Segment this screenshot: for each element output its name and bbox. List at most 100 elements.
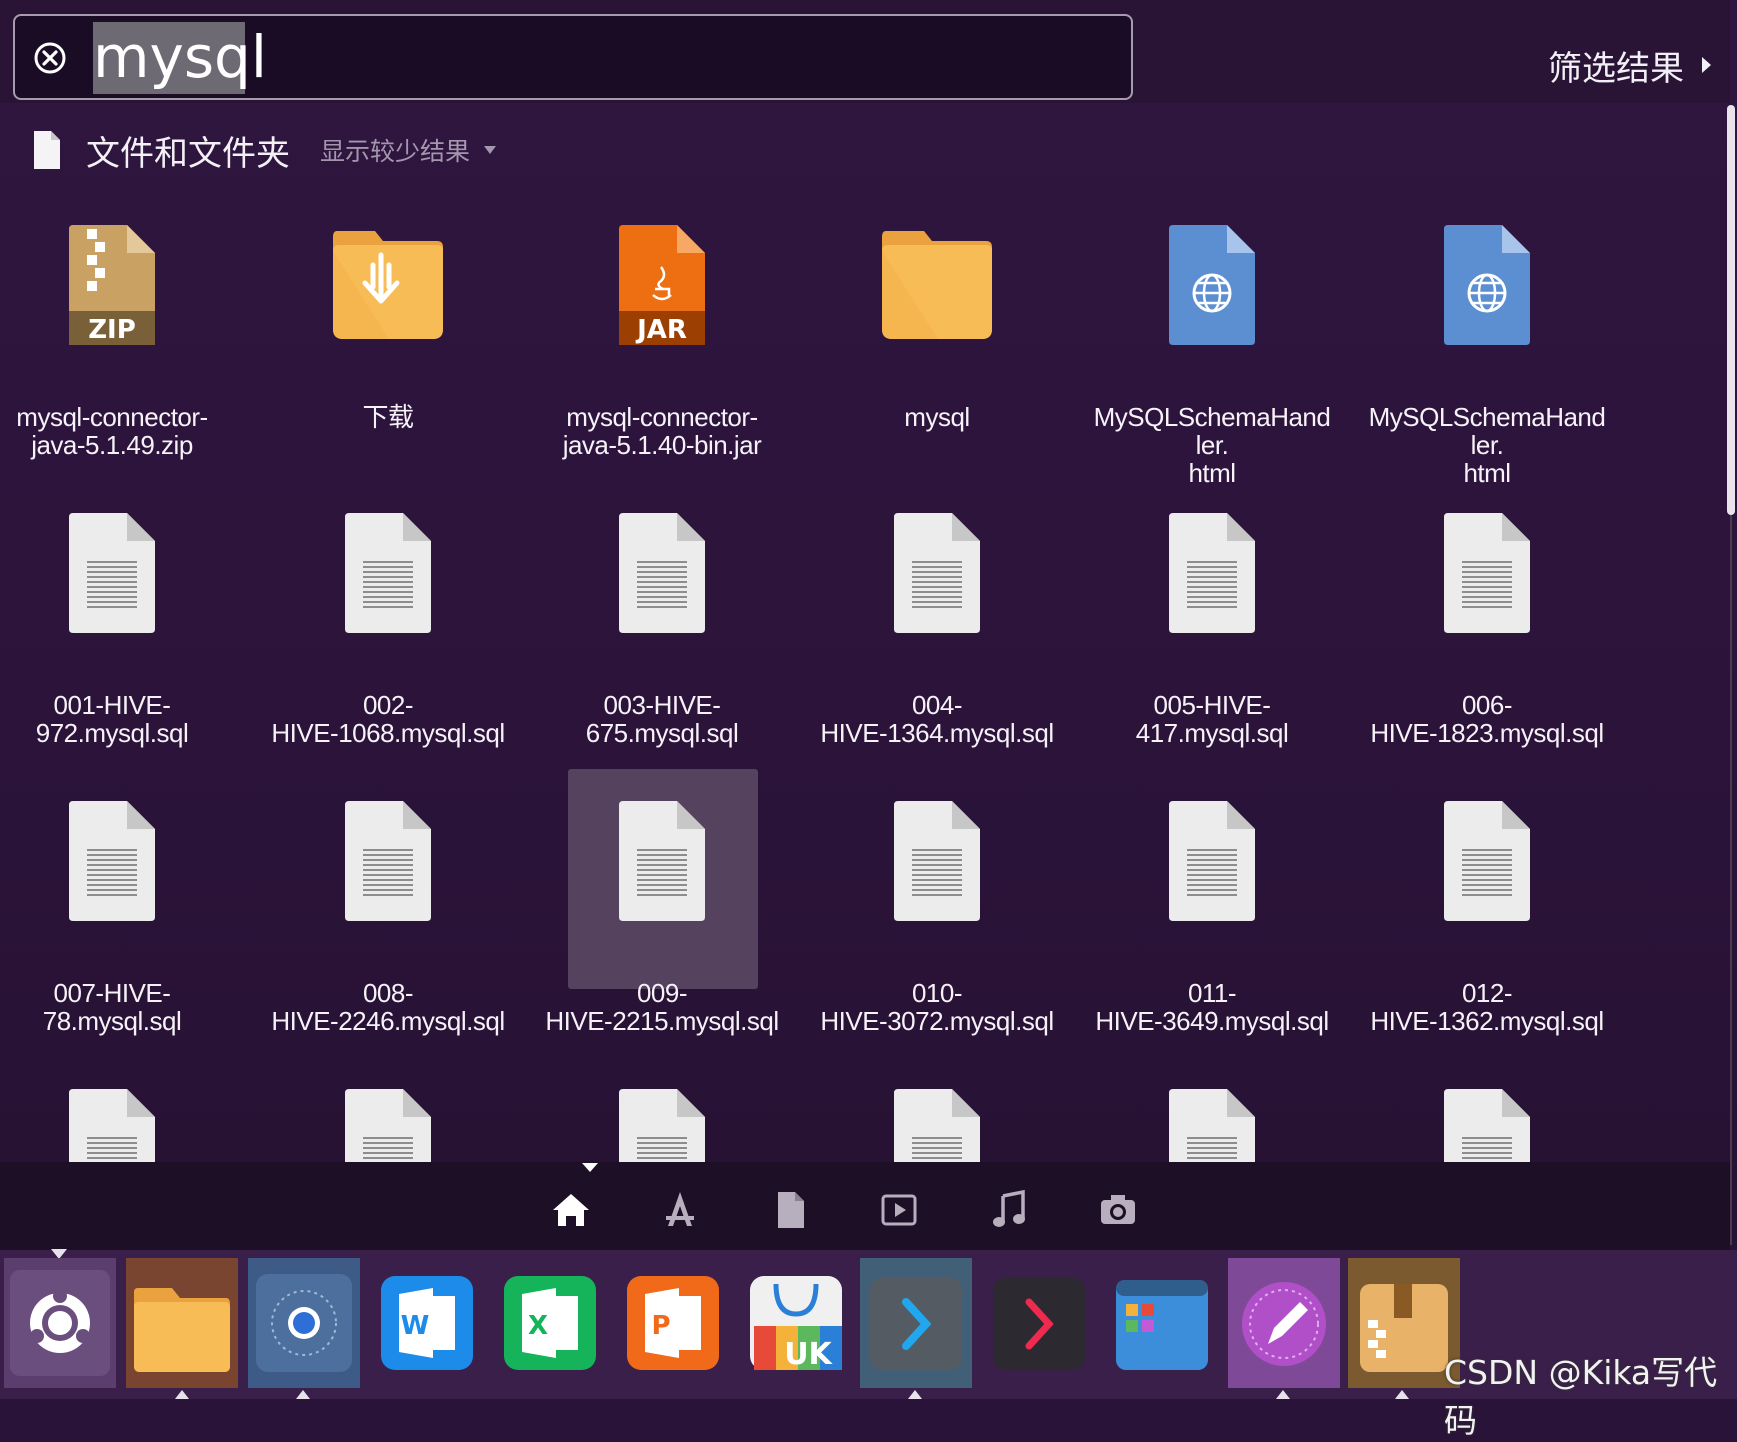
chevron-right-icon [1702,57,1711,73]
result-label: mysql [817,403,1057,431]
text-file-icon [619,1089,705,1162]
text-file-icon [345,801,431,925]
text-file-icon [894,801,980,925]
music-lens-button[interactable] [987,1188,1031,1232]
result-label-line: 011- [1187,978,1237,1008]
result-item[interactable]: JAR mysql-connector- java-5.1.40-bin.jar [542,205,782,465]
watermark: CSDN @Kika写代码 [1444,1353,1718,1440]
svg-text:X: X [528,1311,548,1341]
result-item[interactable] [1092,1069,1332,1162]
result-item[interactable]: 009- HIVE-2215.mysql.sql [542,769,782,1041]
result-label-line: MySQLSchemaHandler. [1368,402,1606,460]
chevron-down-icon [484,146,497,154]
running-indicator-icon [296,1390,310,1399]
result-item[interactable]: ZIP mysql-connector- java-5.1.49.zip [0,205,232,465]
jar-file-icon: JAR [619,225,705,349]
running-indicator-icon [1395,1390,1409,1399]
result-item[interactable] [542,1069,782,1162]
result-item[interactable]: MySQLSchemaHandler. html [1092,205,1332,487]
result-item[interactable]: 001-HIVE-972.mysql.sql [0,493,232,753]
result-label-line: 012- [1461,978,1513,1008]
archive-icon [1360,1284,1448,1372]
result-item[interactable] [268,1069,508,1162]
text-file-icon [1169,513,1255,637]
result-label-line: html [1463,458,1511,488]
result-item[interactable]: 012- HIVE-1362.mysql.sql [1367,781,1607,1041]
result-label: 009- HIVE-2215.mysql.sql [542,979,782,1035]
text-file-icon [894,513,980,637]
result-item[interactable]: 010- HIVE-3072.mysql.sql [817,781,1057,1041]
launcher-wps-spreadsheets[interactable]: X [494,1258,606,1388]
result-label-line: mysql [904,402,970,432]
workspace-icon [1116,1280,1208,1370]
launcher-text-editor[interactable] [1228,1258,1340,1388]
result-label: 005-HIVE-417.mysql.sql [1092,691,1332,747]
result-item[interactable]: 下载 [268,205,508,465]
result-label: 006- HIVE-1823.mysql.sql [1367,691,1607,747]
music-lens-icon [993,1189,1025,1227]
home-lens-icon [553,1194,589,1226]
result-item[interactable] [817,1069,1057,1162]
result-item[interactable]: 008- HIVE-2246.mysql.sql [268,781,508,1041]
launcher-terminal[interactable] [983,1258,1095,1388]
result-item[interactable]: mysql [817,205,1057,465]
result-item[interactable]: 003-HIVE-675.mysql.sql [542,493,782,753]
clear-search-icon[interactable] [33,41,67,75]
excel-icon: X [504,1276,596,1370]
launcher-wps-presentation[interactable]: P [617,1258,729,1388]
result-label: 002- HIVE-1068.mysql.sql [268,691,508,747]
result-label-line: 003-HIVE-675.mysql.sql [585,690,739,748]
result-label-line: HIVE-1823.mysql.sql [1370,718,1604,748]
show-fewer-results-toggle[interactable]: 显示较少结果 [320,132,497,168]
text-file-icon [619,513,705,637]
result-label: 011- HIVE-3649.mysql.sql [1092,979,1332,1035]
result-item[interactable]: 011- HIVE-3649.mysql.sql [1092,781,1332,1041]
result-label-line: 007-HIVE-78.mysql.sql [42,978,182,1036]
result-item[interactable]: 005-HIVE-417.mysql.sql [1092,493,1332,753]
result-label-line: 005-HIVE-417.mysql.sql [1135,690,1289,748]
running-indicator-icon [1276,1390,1290,1399]
result-label-line: java-5.1.49.zip [31,430,193,460]
launcher-ubuntu-kylin-store[interactable]: UK [740,1258,852,1388]
files-lens-button[interactable] [768,1188,812,1232]
files-folder-icon [134,1288,230,1372]
result-label-line: 002- [362,690,414,720]
scrollbar-thumb[interactable] [1727,105,1735,515]
result-item[interactable] [0,1069,232,1162]
search-box[interactable] [13,14,1133,100]
launcher-wps-writer[interactable]: W [371,1258,483,1388]
home-lens-button[interactable] [549,1188,593,1232]
category-title: 文件和文件夹 [86,133,290,174]
result-item[interactable]: 007-HIVE-78.mysql.sql [0,781,232,1041]
result-label-line: HIVE-1364.mysql.sql [820,718,1054,748]
terminal-dark-icon [993,1278,1085,1370]
video-lens-button[interactable] [877,1188,921,1232]
document-icon [34,131,60,169]
photos-lens-button[interactable] [1096,1188,1140,1232]
result-item[interactable]: 004- HIVE-1364.mysql.sql [817,493,1057,753]
launcher-dash-home[interactable] [4,1258,116,1388]
result-label-line: 010- [911,978,963,1008]
result-item[interactable]: MySQLSchemaHandler. html [1367,205,1607,487]
result-label-line: mysql-connector- [566,402,758,432]
launcher-chromium[interactable] [248,1258,360,1388]
applications-lens-button[interactable] [658,1188,702,1232]
running-indicator-icon [175,1390,189,1399]
search-input[interactable] [93,16,1093,98]
launcher-workspace-switcher[interactable] [1106,1258,1218,1388]
text-file-icon [1444,1089,1530,1162]
result-label: 004- HIVE-1364.mysql.sql [817,691,1057,747]
result-label-line: 001-HIVE-972.mysql.sql [35,690,189,748]
category-header: 文件和文件夹 显示较少结果 [34,124,497,176]
launcher-files[interactable] [126,1258,238,1388]
result-item[interactable]: 006- HIVE-1823.mysql.sql [1367,493,1607,753]
svg-text:JAR: JAR [635,315,687,345]
lens-bar [0,1162,1730,1250]
result-label-line: java-5.1.40-bin.jar [562,430,762,460]
result-item[interactable]: 002- HIVE-1068.mysql.sql [268,493,508,753]
filter-results-button[interactable]: 筛选结果 [1548,40,1711,90]
result-label: 012- HIVE-1362.mysql.sql [1367,979,1607,1035]
result-item[interactable] [1367,1069,1607,1162]
result-label-line: HIVE-2246.mysql.sql [271,1006,505,1036]
launcher-terminal-active[interactable] [860,1258,972,1388]
